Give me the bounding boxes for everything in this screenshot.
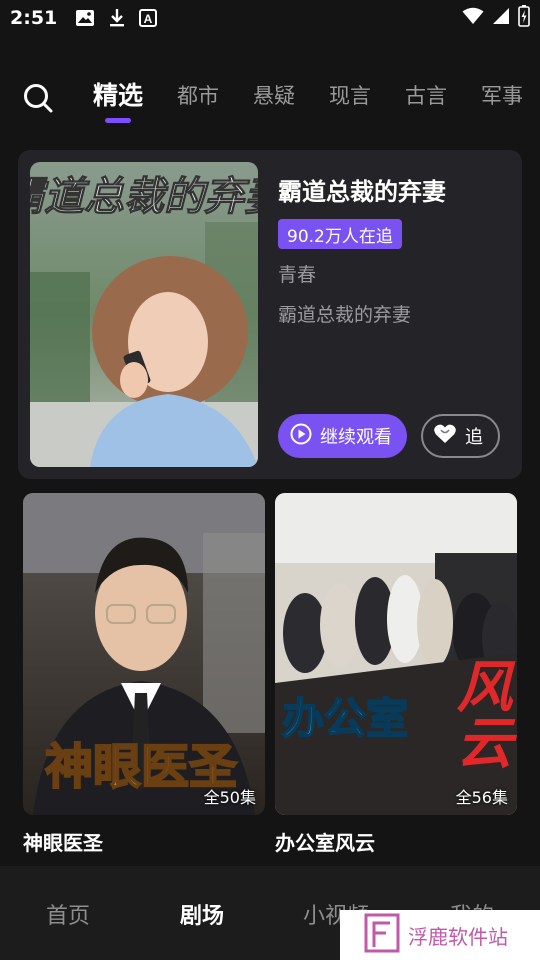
nav-theater[interactable]: 剧场 bbox=[180, 898, 224, 930]
tab-military[interactable]: 军事 bbox=[481, 80, 523, 110]
drama-card[interactable]: 神眼医圣 全50集 神眼医圣 bbox=[23, 493, 265, 856]
category-tabs: 精选 都市 悬疑 现言 古言 军事 bbox=[0, 72, 540, 128]
signal-icon bbox=[492, 7, 510, 30]
featured-drama-card[interactable]: 霸道总裁的弃妻 霸道总裁的弃妻 90.2万人在追 青春 霸道总裁的弃妻 继续观看… bbox=[18, 150, 522, 479]
status-bar: 2:51 A bbox=[0, 0, 540, 36]
follow-button[interactable]: 追 bbox=[421, 414, 500, 458]
tab-suspense[interactable]: 悬疑 bbox=[253, 80, 295, 110]
drama-cover-subtitle: 风云 bbox=[447, 657, 513, 769]
episode-count: 全50集 bbox=[203, 788, 256, 807]
nav-home[interactable]: 首页 bbox=[46, 898, 90, 930]
tab-urban[interactable]: 都市 bbox=[177, 80, 219, 110]
featured-genre: 青春 bbox=[278, 264, 317, 286]
episode-count: 全56集 bbox=[455, 788, 508, 807]
viewers-badge: 90.2万人在追 bbox=[278, 219, 402, 249]
featured-cover-title: 霸道总裁的弃妻 bbox=[30, 173, 258, 220]
svg-text:A: A bbox=[144, 12, 153, 26]
watermark: 浮鹿软件站 bbox=[340, 910, 540, 960]
drama-title[interactable]: 办公室风云 bbox=[275, 827, 517, 856]
drama-cover-title: 办公室 bbox=[282, 694, 408, 743]
drama-card[interactable]: 办公室 风云 全56集 办公室风云 bbox=[275, 493, 517, 856]
search-icon[interactable] bbox=[22, 82, 54, 114]
tab-modern-romance[interactable]: 现言 bbox=[329, 80, 371, 110]
tab-ancient-romance[interactable]: 古言 bbox=[405, 80, 447, 110]
heart-icon bbox=[433, 423, 465, 450]
watermark-text: 浮鹿软件站 bbox=[408, 924, 508, 949]
font-icon: A bbox=[139, 9, 158, 27]
active-tab-indicator bbox=[105, 118, 131, 123]
follow-label: 追 bbox=[465, 427, 483, 448]
play-circle-icon bbox=[290, 423, 320, 450]
drama-cover-image[interactable]: 神眼医圣 全50集 bbox=[23, 493, 265, 815]
drama-cover-image[interactable]: 办公室 风云 全56集 bbox=[275, 493, 517, 815]
tab-featured[interactable]: 精选 bbox=[93, 76, 143, 112]
featured-cover-image[interactable]: 霸道总裁的弃妻 bbox=[30, 162, 258, 467]
download-icon bbox=[109, 8, 125, 28]
featured-description: 霸道总裁的弃妻 bbox=[278, 304, 412, 326]
watermark-logo-icon bbox=[364, 913, 400, 957]
battery-icon bbox=[518, 4, 530, 32]
continue-watching-label: 继续观看 bbox=[320, 427, 392, 448]
continue-watching-button[interactable]: 继续观看 bbox=[278, 414, 407, 458]
drama-title[interactable]: 神眼医圣 bbox=[23, 827, 265, 856]
image-icon bbox=[75, 9, 95, 27]
featured-title[interactable]: 霸道总裁的弃妻 bbox=[278, 172, 446, 207]
status-time: 2:51 bbox=[10, 7, 58, 29]
wifi-icon bbox=[462, 7, 484, 30]
